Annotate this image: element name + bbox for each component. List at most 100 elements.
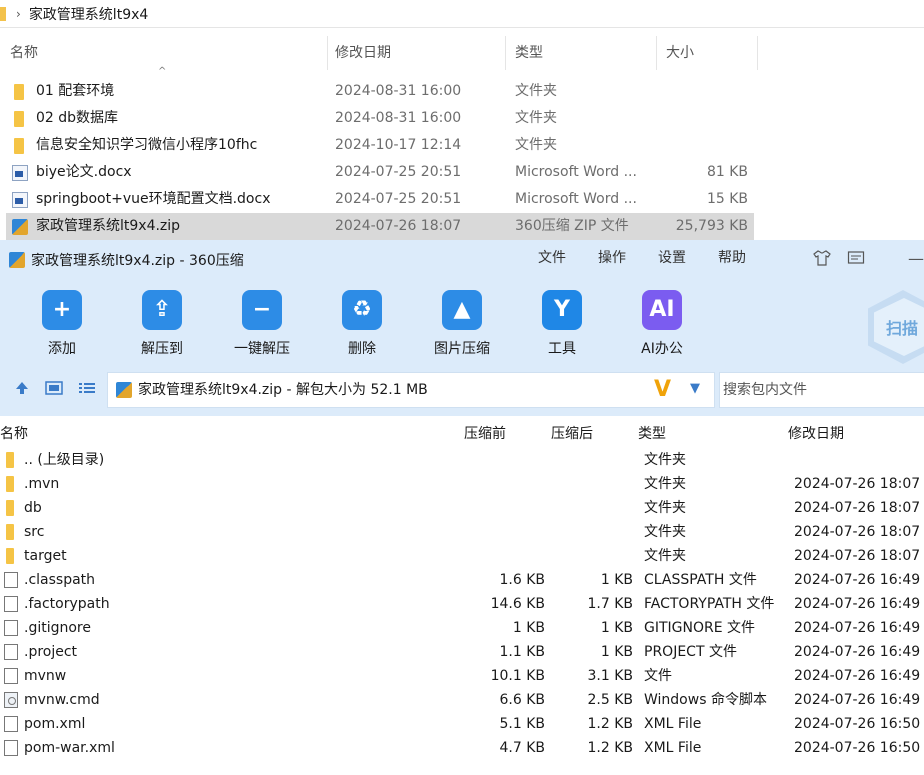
column-name[interactable]: 名称: [10, 36, 38, 70]
column-divider[interactable]: [757, 36, 758, 70]
address-path[interactable]: 家政管理系统lt9x4: [29, 4, 148, 24]
file-modified: 2024-08-31 16:00: [335, 83, 462, 99]
entry-name: .classpath: [24, 572, 96, 588]
word-doc-icon: [12, 165, 28, 181]
column-before[interactable]: 压缩前: [464, 420, 506, 448]
column-divider[interactable]: [505, 36, 506, 70]
file-type: 文件夹: [515, 137, 557, 153]
feedback-icon[interactable]: [846, 250, 866, 268]
toolbar-button-image-compress[interactable]: ▲ 图片压缩: [417, 280, 507, 364]
toolbar-button-extract-to[interactable]: ⇪ 解压到: [117, 280, 207, 364]
zip-archive-icon: [9, 252, 25, 268]
toolbar: 扫描 + 添加 ⇪ 解压到 − 一键解压 ♻ 删除 ▲ 图片压缩 Y 工具 AI AI办公: [0, 280, 924, 364]
entry-size-after: 1.2 KB: [587, 716, 634, 732]
search-box[interactable]: [719, 372, 924, 408]
file-row[interactable]: springboot+vue环境配置文档.docx 2024-07-25 20:5…: [6, 186, 754, 213]
archive-window: 家政管理系统lt9x4.zip - 360压缩 文件 操作 设置 帮助 — 扫描…: [0, 240, 924, 775]
zip-archive-icon: [12, 219, 28, 235]
file-size: 25,793 KB: [675, 218, 748, 234]
folder-icon: [6, 524, 14, 540]
entry-size-after: 1 KB: [600, 644, 633, 660]
file-type: Microsoft Word ...: [515, 164, 637, 180]
toolbar-button-one-click-extract[interactable]: − 一键解压: [217, 280, 307, 364]
archive-row[interactable]: .classpath 1.6 KB 1 KB CLASSPATH 文件 2024-07-…: [0, 568, 924, 592]
toolbar-button-recycle-bin[interactable]: ♻ 删除: [317, 280, 407, 364]
entry-name: .factorypath: [24, 596, 110, 612]
toolbar-button-label: 图片压缩: [434, 341, 490, 357]
column-type[interactable]: 类型: [638, 420, 666, 448]
word-doc-icon: [12, 192, 28, 208]
column-modified[interactable]: 修改日期: [335, 36, 391, 70]
file-row[interactable]: 02 db数据库 2024-08-31 16:00 文件夹: [6, 105, 754, 132]
archive-row[interactable]: mvnw.cmd 6.6 KB 2.5 KB Windows 命令脚本 2024-07-…: [0, 688, 924, 712]
chevron-right-icon[interactable]: ›: [16, 7, 21, 21]
entry-date: 2024-07-26 18:07: [794, 476, 921, 492]
column-divider[interactable]: [327, 36, 328, 70]
menu-help[interactable]: 帮助: [718, 240, 746, 276]
menu-file[interactable]: 文件: [538, 240, 566, 276]
search-input[interactable]: [720, 373, 924, 407]
archive-row[interactable]: .gitignore 1 KB 1 KB GITIGNORE 文件 2024-07-26…: [0, 616, 924, 640]
entry-size-after: 1.2 KB: [587, 740, 634, 756]
up-level-icon[interactable]: [12, 380, 32, 400]
file-name: 信息安全知识学习微信小程序10fhc: [36, 137, 258, 153]
entry-size-before: 14.6 KB: [490, 596, 545, 612]
menu-operate[interactable]: 操作: [598, 240, 626, 276]
toolbar-button-ai-office[interactable]: AI AI办公: [617, 280, 707, 364]
archive-row[interactable]: .mvn 文件夹 2024-07-26 18:07: [0, 472, 924, 496]
archive-row[interactable]: pom-war.xml 4.7 KB 1.2 KB XML File 2024-07-2…: [0, 736, 924, 760]
list-view-icon[interactable]: [77, 380, 97, 400]
entry-size-before: 1.1 KB: [499, 644, 546, 660]
entry-name: mvnw.cmd: [24, 692, 100, 708]
column-size[interactable]: 大小: [666, 36, 694, 70]
entry-date: 2024-07-26 16:49: [794, 596, 921, 612]
address-bar[interactable]: › 家政管理系统lt9x4: [0, 0, 924, 28]
toolbar-button-add-folder[interactable]: + 添加: [17, 280, 107, 364]
entry-name: pom-war.xml: [24, 740, 115, 756]
column-name[interactable]: 名称: [0, 420, 28, 448]
column-divider[interactable]: [656, 36, 657, 70]
file-row[interactable]: 信息安全知识学习微信小程序10fhc 2024-10-17 12:14 文件夹: [6, 132, 754, 159]
file-modified: 2024-07-26 18:07: [335, 218, 462, 234]
entry-name: .project: [24, 644, 78, 660]
file-row[interactable]: 01 配套环境 2024-08-31 16:00 文件夹: [6, 78, 754, 105]
v-brand-icon[interactable]: V: [654, 378, 671, 402]
entry-name: src: [24, 524, 45, 540]
column-date[interactable]: 修改日期: [788, 420, 844, 448]
entry-name: .. (上级目录): [24, 452, 105, 468]
folder-icon: [14, 138, 24, 154]
file-row[interactable]: biye论文.docx 2024-07-25 20:51 Microsoft Wor…: [6, 159, 754, 186]
file-icon: [4, 668, 18, 684]
entry-type: Windows 命令脚本: [644, 692, 767, 708]
archive-row[interactable]: pom.xml 5.1 KB 1.2 KB XML File 2024-07-26 16…: [0, 712, 924, 736]
title-bar[interactable]: 家政管理系统lt9x4.zip - 360压缩 文件 操作 设置 帮助 —: [0, 240, 924, 280]
column-header: ^ 名称 修改日期 类型 大小: [0, 36, 924, 77]
column-after[interactable]: 压缩后: [551, 420, 593, 448]
archive-row[interactable]: .factorypath 14.6 KB 1.7 KB FACTORYPATH 文件 2…: [0, 592, 924, 616]
menu-settings[interactable]: 设置: [658, 240, 686, 276]
entry-size-before: 6.6 KB: [499, 692, 546, 708]
file-icon: [4, 620, 18, 636]
archive-path-field[interactable]: 家政管理系统lt9x4.zip - 解包大小为 52.1 MB V ▼: [107, 372, 715, 408]
file-size: 15 KB: [706, 191, 748, 207]
entry-name: target: [24, 548, 67, 564]
entry-date: 2024-07-26 16:50: [794, 716, 921, 732]
archive-row[interactable]: .. (上级目录) 文件夹: [0, 448, 924, 472]
toolbar-button-tools[interactable]: Y 工具: [517, 280, 607, 364]
thumbnail-view-icon[interactable]: [44, 380, 64, 400]
skin-icon[interactable]: [812, 250, 832, 268]
entry-date: 2024-07-26 16:49: [794, 692, 921, 708]
archive-row[interactable]: .project 1.1 KB 1 KB PROJECT 文件 2024-07-26 1…: [0, 640, 924, 664]
archive-row[interactable]: target 文件夹 2024-07-26 18:07: [0, 544, 924, 568]
file-row[interactable]: 家政管理系统lt9x4.zip 2024-07-26 18:07 360压缩 ZIP…: [6, 213, 754, 240]
file-type: 360压缩 ZIP 文件: [515, 218, 629, 234]
archive-row[interactable]: src 文件夹 2024-07-26 18:07: [0, 520, 924, 544]
archive-row[interactable]: db 文件夹 2024-07-26 18:07: [0, 496, 924, 520]
scan-button[interactable]: 扫描: [886, 315, 918, 339]
archive-row[interactable]: mvnw 10.1 KB 3.1 KB 文件 2024-07-26 16:49: [0, 664, 924, 688]
file-icon: [4, 596, 18, 612]
column-type[interactable]: 类型: [515, 36, 543, 70]
minimize-icon[interactable]: —: [906, 250, 924, 268]
entry-date: 2024-07-26 18:07: [794, 548, 921, 564]
chevron-down-icon[interactable]: ▼: [690, 379, 700, 399]
